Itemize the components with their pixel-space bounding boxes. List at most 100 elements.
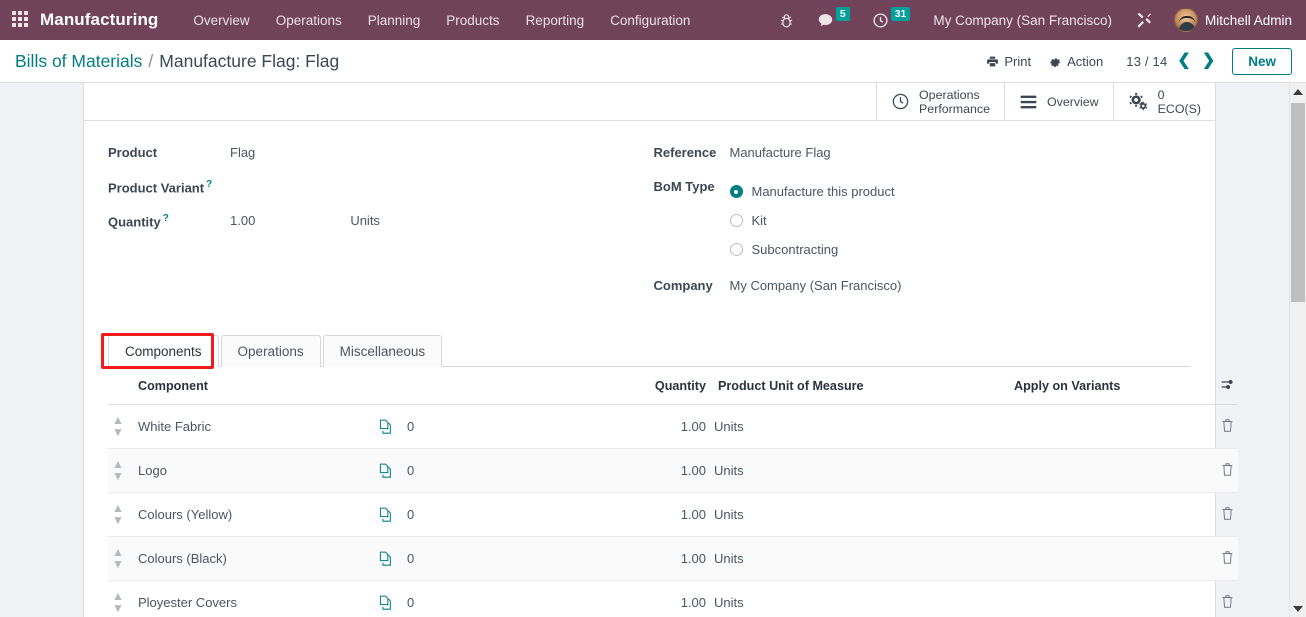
cell-variants[interactable] — [1010, 448, 1200, 493]
table-row[interactable]: ▲ ▼ White Fabric 0 1.00 Units — [108, 404, 1238, 449]
tools-icon[interactable] — [1124, 0, 1164, 40]
cell-variants[interactable] — [1010, 492, 1200, 537]
apps-grid-icon[interactable] — [12, 11, 30, 29]
table-row[interactable]: ▲ ▼ Colours (Black) 0 1.00 Units — [108, 536, 1238, 581]
table-row[interactable]: ▲ ▼ Colours (Yellow) 0 1.00 Units — [108, 492, 1238, 537]
menu-item-configuration[interactable]: Configuration — [597, 4, 703, 37]
menu-item-products[interactable]: Products — [433, 4, 512, 37]
app-brand-manufacturing[interactable]: Manufacturing — [40, 10, 158, 30]
cell-component[interactable]: Ployester Covers — [134, 580, 374, 617]
documents-icon[interactable] — [378, 463, 393, 479]
pager-value[interactable]: 13 / 14 — [1126, 54, 1167, 69]
cell-delete[interactable] — [1200, 404, 1238, 449]
cell-delete[interactable] — [1200, 580, 1238, 617]
cell-drag-handle[interactable]: ▲ ▼ — [108, 536, 134, 581]
drag-handle-icon[interactable]: ▲ ▼ — [112, 458, 124, 482]
trash-icon[interactable] — [1221, 550, 1234, 565]
cell-quantity[interactable]: 1.00 — [584, 580, 710, 617]
cell-uom[interactable]: Units — [710, 448, 1010, 493]
cell-component[interactable]: Logo — [134, 448, 374, 493]
cell-drag-handle[interactable]: ▲ ▼ — [108, 492, 134, 537]
trash-icon[interactable] — [1221, 594, 1234, 609]
menu-item-reporting[interactable]: Reporting — [513, 4, 598, 37]
field-quantity-value[interactable]: 1.00 — [230, 211, 255, 228]
documents-icon[interactable] — [378, 551, 393, 567]
cell-uom[interactable]: Units — [710, 536, 1010, 581]
cell-variants[interactable] — [1010, 404, 1200, 449]
table-row[interactable]: ▲ ▼ Logo 0 1.00 Units — [108, 448, 1238, 493]
cell-component[interactable]: White Fabric — [134, 404, 374, 449]
help-tooltip-icon[interactable]: ? — [163, 213, 169, 224]
cell-delete[interactable] — [1200, 536, 1238, 581]
cell-delete[interactable] — [1200, 492, 1238, 537]
cell-drag-handle[interactable]: ▲ ▼ — [108, 448, 134, 493]
scroll-down-arrow-icon[interactable] — [1290, 600, 1306, 617]
messages-icon[interactable]: 5 — [806, 0, 861, 40]
field-company-value[interactable]: My Company (San Francisco) — [730, 276, 902, 293]
cell-documents[interactable]: 0 — [374, 492, 584, 537]
stat-button-overview[interactable]: Overview — [1003, 83, 1113, 120]
scrollbar-thumb[interactable] — [1291, 103, 1305, 302]
tab-components[interactable]: Components — [108, 335, 219, 367]
menu-item-planning[interactable]: Planning — [355, 4, 434, 37]
stat-button-eco[interactable]: 0 ECO(S) — [1112, 83, 1215, 120]
user-menu[interactable]: Mitchell Admin — [1164, 8, 1292, 32]
company-switcher[interactable]: My Company (San Francisco) — [921, 13, 1124, 28]
cell-documents[interactable]: 0 — [374, 404, 584, 449]
documents-icon[interactable] — [378, 419, 393, 435]
column-apply-on-variants[interactable]: Apply on Variants — [1010, 367, 1200, 405]
cell-variants[interactable] — [1010, 580, 1200, 617]
scroll-up-arrow-icon[interactable] — [1290, 83, 1306, 100]
cell-component[interactable]: Colours (Yellow) — [134, 492, 374, 537]
cell-documents[interactable]: 0 — [374, 580, 584, 617]
pager-previous-icon[interactable]: ❮ — [1176, 53, 1191, 69]
trash-icon[interactable] — [1221, 506, 1234, 521]
cell-delete[interactable] — [1200, 448, 1238, 493]
stat-button-operations-performance[interactable]: Operations Performance — [876, 83, 1004, 120]
cell-variants[interactable] — [1010, 536, 1200, 581]
drag-handle-icon[interactable]: ▲ ▼ — [112, 546, 124, 570]
bug-icon[interactable] — [767, 0, 806, 40]
drag-handle-icon[interactable]: ▲ ▼ — [112, 414, 124, 438]
action-button[interactable]: Action — [1040, 49, 1112, 74]
column-component[interactable]: Component — [134, 367, 374, 405]
cell-quantity[interactable]: 1.00 — [584, 492, 710, 537]
radio-kit[interactable]: Kit — [729, 206, 895, 235]
documents-icon[interactable] — [378, 507, 393, 523]
trash-icon[interactable] — [1221, 462, 1234, 477]
cell-documents[interactable]: 0 — [374, 448, 584, 493]
cell-uom[interactable]: Units — [710, 404, 1010, 449]
cell-component[interactable]: Colours (Black) — [134, 536, 374, 581]
menu-item-overview[interactable]: Overview — [180, 4, 262, 37]
cell-quantity[interactable]: 1.00 — [584, 536, 710, 581]
cell-quantity[interactable]: 1.00 — [584, 404, 710, 449]
radio-manufacture-this-product[interactable]: Manufacture this product — [729, 177, 895, 206]
cell-drag-handle[interactable]: ▲ ▼ — [108, 580, 134, 617]
field-product-value[interactable]: Flag — [230, 143, 255, 160]
menu-item-operations[interactable]: Operations — [263, 4, 355, 37]
cell-uom[interactable]: Units — [710, 580, 1010, 617]
sliders-icon[interactable] — [1219, 377, 1234, 392]
column-quantity[interactable]: Quantity — [584, 367, 710, 405]
documents-icon[interactable] — [378, 595, 393, 611]
drag-handle-icon[interactable]: ▲ ▼ — [112, 502, 124, 526]
tab-miscellaneous[interactable]: Miscellaneous — [322, 335, 443, 367]
trash-icon[interactable] — [1221, 418, 1234, 433]
cell-documents[interactable]: 0 — [374, 536, 584, 581]
help-tooltip-icon[interactable]: ? — [206, 179, 212, 190]
new-button[interactable]: New — [1232, 47, 1292, 75]
tab-operations[interactable]: Operations — [220, 335, 321, 367]
pager-next-icon[interactable]: ❯ — [1201, 53, 1216, 69]
drag-handle-icon[interactable]: ▲ ▼ — [112, 590, 124, 614]
vertical-scrollbar[interactable] — [1289, 83, 1306, 617]
cell-quantity[interactable]: 1.00 — [584, 448, 710, 493]
breadcrumb-bills-of-materials[interactable]: Bills of Materials — [15, 51, 142, 72]
field-reference-value[interactable]: Manufacture Flag — [730, 143, 831, 160]
print-button[interactable]: Print — [977, 49, 1040, 74]
cell-uom[interactable]: Units — [710, 492, 1010, 537]
column-product-unit-of-measure[interactable]: Product Unit of Measure — [710, 367, 1010, 405]
cell-drag-handle[interactable]: ▲ ▼ — [108, 404, 134, 449]
table-row[interactable]: ▲ ▼ Ployester Covers 0 1.00 Units — [108, 580, 1238, 617]
radio-subcontracting[interactable]: Subcontracting — [729, 235, 895, 264]
activities-clock-icon[interactable]: 31 — [861, 0, 922, 40]
